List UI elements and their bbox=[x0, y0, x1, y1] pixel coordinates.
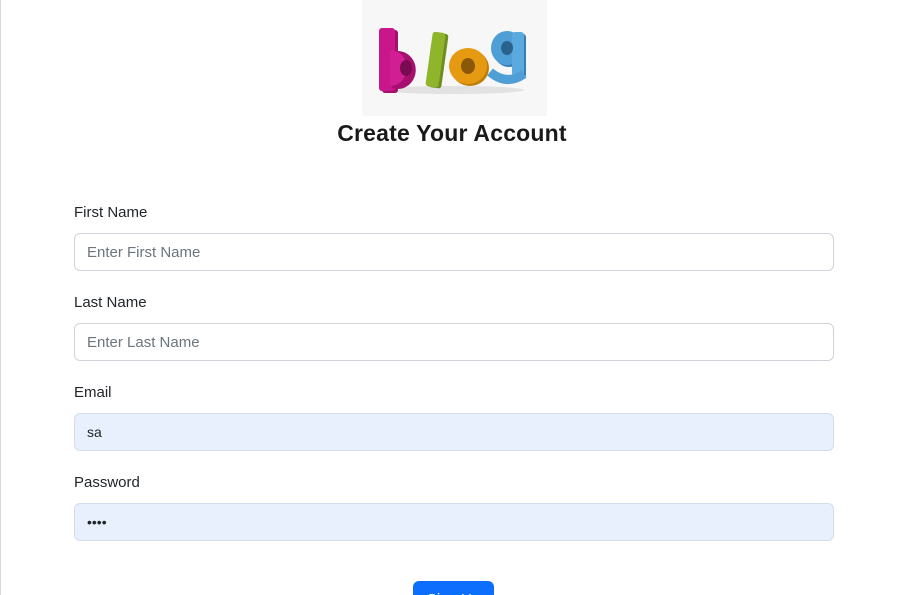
email-group: Email bbox=[74, 383, 834, 451]
signup-page: Create Your Account First Name Last Name… bbox=[0, 0, 902, 595]
logo-letter-g bbox=[487, 31, 527, 84]
sign-up-button[interactable]: Sign Up bbox=[413, 581, 494, 595]
blog-logo-image bbox=[379, 28, 527, 94]
password-label: Password bbox=[74, 474, 140, 491]
logo-letter-l bbox=[425, 31, 449, 89]
email-input[interactable] bbox=[74, 413, 834, 451]
last-name-group: Last Name bbox=[74, 293, 834, 361]
last-name-input[interactable] bbox=[74, 323, 834, 361]
first-name-label: First Name bbox=[74, 204, 148, 221]
password-input[interactable] bbox=[74, 503, 834, 541]
first-name-input[interactable] bbox=[74, 233, 834, 271]
signup-form: First Name Last Name Email Password bbox=[74, 203, 834, 563]
first-name-group: First Name bbox=[74, 203, 834, 271]
password-group: Password bbox=[74, 473, 834, 541]
email-label: Email bbox=[74, 384, 112, 401]
blog-logo bbox=[362, 0, 547, 116]
logo-letter-o bbox=[449, 48, 489, 86]
last-name-label: Last Name bbox=[74, 294, 147, 311]
page-title: Create Your Account bbox=[337, 120, 567, 146]
logo-letter-b bbox=[379, 28, 416, 93]
